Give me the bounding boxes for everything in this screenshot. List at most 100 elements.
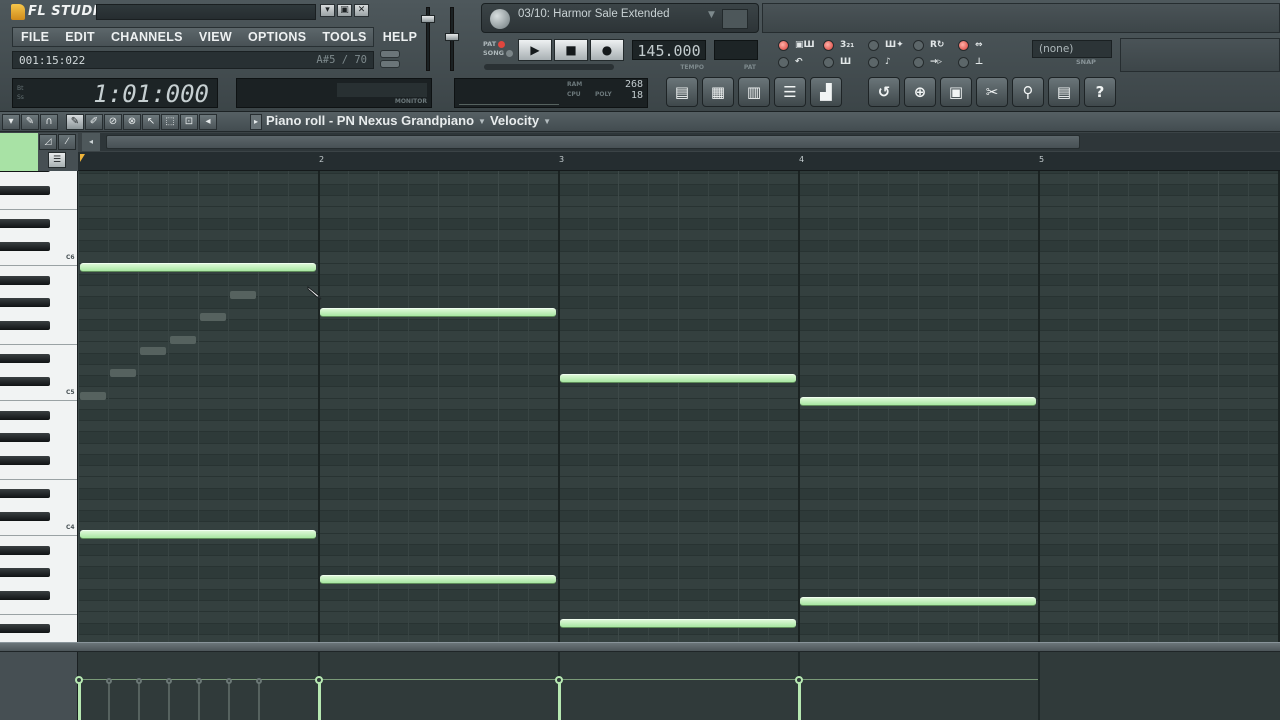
step-edit-led-icon[interactable] xyxy=(868,40,879,51)
tempo-control[interactable]: 145.000 TEMPO xyxy=(632,40,706,71)
chevron-down-icon[interactable]: ▼ xyxy=(708,10,715,20)
menu-file[interactable]: FILE xyxy=(13,28,57,47)
black-key[interactable] xyxy=(0,298,50,307)
play-button[interactable]: ▶ xyxy=(518,39,552,61)
close-button[interactable]: ✕ xyxy=(354,4,369,17)
black-key[interactable] xyxy=(0,354,50,364)
black-key[interactable] xyxy=(0,590,50,600)
note[interactable] xyxy=(80,530,316,540)
note[interactable] xyxy=(80,263,316,272)
options-menu-icon[interactable]: ▾ xyxy=(2,114,20,130)
event-editor-splitter[interactable] xyxy=(0,642,1280,652)
black-key[interactable] xyxy=(0,511,50,521)
snap-selector[interactable]: (none) xyxy=(1032,40,1112,58)
note[interactable] xyxy=(320,307,556,317)
song-led-icon[interactable] xyxy=(505,49,513,57)
menu-edit[interactable]: EDIT xyxy=(57,28,103,47)
piano-roll-title[interactable]: Piano roll - PN Nexus Grandpiano ▼ Velocit… xyxy=(266,113,555,128)
chevron-down-icon[interactable]: ▼ xyxy=(478,117,486,126)
menu-options[interactable]: OPTIONS xyxy=(240,28,314,47)
toggle-hint-button[interactable] xyxy=(380,50,400,58)
song-time-display[interactable]: Bt Ss 1:01:000 xyxy=(12,78,218,108)
multilink-led-icon[interactable] xyxy=(958,40,969,51)
help-button[interactable]: ? xyxy=(1084,77,1116,107)
zoom-tool-icon[interactable]: ⊡ xyxy=(180,114,198,130)
undo-button[interactable]: ↺ xyxy=(868,77,900,107)
stamp-icon[interactable]: ◿ xyxy=(39,134,57,150)
tools-button[interactable]: ✂ xyxy=(976,77,1008,107)
note[interactable] xyxy=(800,396,1036,406)
pat-led-icon[interactable] xyxy=(498,40,506,48)
record-button[interactable]: ● xyxy=(590,39,624,61)
velocity-handle[interactable] xyxy=(315,676,323,684)
pattern-selector[interactable]: PAT xyxy=(714,40,758,71)
playlist-button[interactable]: ▤ xyxy=(666,77,698,107)
blend-led-icon[interactable] xyxy=(778,57,789,68)
tempo-value[interactable]: 145.000 xyxy=(632,40,706,60)
slice-tool-icon[interactable]: ↖ xyxy=(142,114,160,130)
mixer-button[interactable]: ▟ xyxy=(810,77,842,107)
black-key[interactable] xyxy=(0,241,50,251)
pattern-number-display[interactable] xyxy=(714,40,758,60)
pencil-icon[interactable]: ⁄ xyxy=(58,134,76,150)
black-key[interactable] xyxy=(0,320,50,330)
chevron-right-icon[interactable]: ▸ xyxy=(250,114,262,130)
master-pitch-handle[interactable] xyxy=(445,33,459,41)
black-key[interactable] xyxy=(0,568,50,577)
black-key[interactable] xyxy=(0,545,50,555)
minimize-button[interactable]: ▾ xyxy=(320,4,335,17)
countdown-led-icon[interactable] xyxy=(823,40,834,51)
menu-channels[interactable]: CHANNELS xyxy=(103,28,191,47)
save-button[interactable]: ▣ xyxy=(940,77,972,107)
playback-marker-icon[interactable] xyxy=(80,154,90,162)
scrollbar-thumb[interactable] xyxy=(106,135,1080,149)
black-key[interactable] xyxy=(0,489,50,499)
song-position-slider[interactable] xyxy=(484,64,614,70)
black-key[interactable] xyxy=(0,185,50,195)
black-key[interactable] xyxy=(0,171,50,172)
menu-icon[interactable]: ☰ xyxy=(48,152,66,168)
velocity-bar[interactable] xyxy=(558,680,561,720)
piano-keyboard[interactable]: C6 C5 C4 xyxy=(0,171,78,642)
black-key[interactable] xyxy=(0,376,50,386)
velocity-handle[interactable] xyxy=(555,676,563,684)
black-key[interactable] xyxy=(0,275,50,285)
record-audio-button[interactable]: ⚲ xyxy=(1012,77,1044,107)
time-ruler[interactable]: 2 3 4 5 xyxy=(78,152,1280,171)
black-key[interactable] xyxy=(0,433,50,442)
draw-tool-icon[interactable]: ✎ xyxy=(66,114,84,130)
velocity-bar[interactable] xyxy=(78,680,81,720)
tuner-led-icon[interactable] xyxy=(958,57,969,68)
velocity-editor[interactable] xyxy=(75,652,1280,720)
menu-tools[interactable]: TOOLS xyxy=(314,28,374,47)
maximize-button[interactable]: ▣ xyxy=(337,4,352,17)
typing-led-icon[interactable] xyxy=(868,57,879,68)
metronome-led-icon[interactable] xyxy=(778,40,789,51)
browser-button[interactable]: ☰ xyxy=(774,77,806,107)
black-key[interactable] xyxy=(0,455,50,465)
black-key[interactable] xyxy=(0,410,50,420)
menu-view[interactable]: VIEW xyxy=(191,28,240,47)
velocity-bar[interactable] xyxy=(798,680,801,720)
delete-tool-icon[interactable]: ⊘ xyxy=(104,114,122,130)
magnet-icon[interactable]: ∩ xyxy=(40,114,58,130)
note[interactable] xyxy=(320,574,556,584)
auto-scroll-led-icon[interactable] xyxy=(913,57,924,68)
playback-tool-icon[interactable]: ◂ xyxy=(199,114,217,130)
paint-tool-icon[interactable]: ✐ xyxy=(85,114,103,130)
toggle-output-button[interactable] xyxy=(380,60,400,68)
pat-song-switch[interactable]: PAT SONG xyxy=(483,40,517,62)
chevron-down-icon[interactable]: ▼ xyxy=(543,117,551,126)
save-as-button[interactable]: ⊕ xyxy=(904,77,936,107)
song-info-panel[interactable]: 03/10: Harmor Sale Extended ▼ xyxy=(481,3,759,33)
piano-roll-channel[interactable]: Piano roll - PN Nexus Grandpiano xyxy=(266,113,474,128)
velocity-bar[interactable] xyxy=(318,680,321,720)
mute-tool-icon[interactable]: ⊗ xyxy=(123,114,141,130)
note[interactable] xyxy=(560,374,796,384)
wrench-icon[interactable]: ✎ xyxy=(21,114,39,130)
scroll-left-icon[interactable]: ◂ xyxy=(82,133,100,151)
select-tool-icon[interactable]: ⬚ xyxy=(161,114,179,130)
notes-button[interactable]: ▤ xyxy=(1048,77,1080,107)
loop-record-led-icon[interactable] xyxy=(913,40,924,51)
horizontal-scrollbar[interactable]: ◂ xyxy=(82,133,1280,151)
